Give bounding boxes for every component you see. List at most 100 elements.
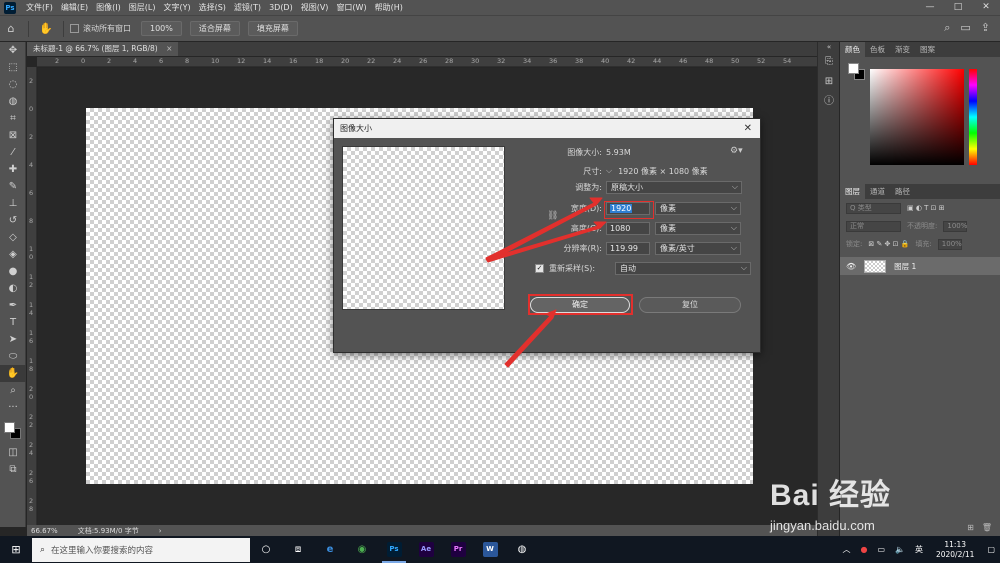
history-icon[interactable]: ⎘ [818, 52, 840, 72]
fill-input[interactable]: 100% [937, 238, 962, 250]
menu-edit[interactable]: 编辑(E) [57, 2, 92, 13]
menu-layer[interactable]: 图层(L) [125, 2, 160, 13]
menu-help[interactable]: 帮助(H) [371, 2, 407, 13]
foreground-color-swatch[interactable] [4, 422, 15, 433]
dialog-close-icon[interactable]: ✕ [744, 119, 752, 138]
path-select-tool-icon[interactable]: ➤ [0, 331, 26, 348]
paint-bucket-tool-icon[interactable]: ◈ [0, 246, 26, 263]
resolution-input[interactable]: 119.99 [606, 241, 650, 255]
tab-patterns[interactable]: 图案 [915, 42, 940, 57]
task-view-icon[interactable]: ⧈ [282, 536, 314, 563]
visibility-eye-icon[interactable]: 👁 [846, 262, 856, 271]
stamp-tool-icon[interactable]: ⊥ [0, 195, 26, 212]
eyedropper-tool-icon[interactable]: ⁄ [0, 144, 26, 161]
hand-tool-icon[interactable]: ✋ [0, 365, 26, 382]
tab-color[interactable]: 颜色 [840, 42, 865, 57]
ruler-vertical[interactable]: 2 0 2 4 6 8 1 0 1 2 1 4 1 6 1 8 2 0 2 2 2 4 2 6 2 8 [27, 67, 37, 525]
feather-app-icon[interactable]: ◍ [506, 536, 538, 563]
menu-select[interactable]: 选择(S) [195, 2, 230, 13]
history-brush-tool-icon[interactable]: ↺ [0, 212, 26, 229]
menu-3d[interactable]: 3D(D) [265, 3, 297, 12]
browser-icon[interactable]: ◉ [346, 536, 378, 563]
shape-tool-icon[interactable]: ⬭ [0, 348, 26, 365]
filter-icons[interactable]: ▣ ◐ T ⊡ ⊞ [907, 204, 945, 212]
screen-mode-icon[interactable]: ⧉ [0, 461, 26, 478]
width-unit-select[interactable]: 像素 [655, 201, 741, 215]
pen-tool-icon[interactable]: ✒ [0, 297, 26, 314]
layer-name[interactable]: 图层 1 [894, 261, 916, 272]
ime-indicator[interactable]: 英 [915, 544, 923, 555]
fit-to-select[interactable]: 原稿大小 [606, 180, 742, 194]
crop-tool-icon[interactable]: ⌗ [0, 110, 26, 127]
resolution-unit-select[interactable]: 像素/英寸 [655, 241, 741, 255]
foreground-color-chip[interactable] [848, 63, 859, 74]
tab-channels[interactable]: 通道 [865, 184, 890, 199]
tab-gradients[interactable]: 渐变 [890, 42, 915, 57]
tray-chevron-icon[interactable]: ︿ [842, 544, 850, 555]
resample-select[interactable]: 自动 [615, 261, 751, 275]
network-icon[interactable]: ▭ [877, 545, 885, 554]
tab-paths[interactable]: 路径 [890, 184, 915, 199]
minimize-button[interactable]: — [916, 0, 944, 15]
blend-mode-select[interactable]: 正常 [846, 220, 901, 232]
menu-filter[interactable]: 滤镜(T) [230, 2, 265, 13]
tray-app-icon[interactable]: ● [860, 545, 867, 554]
healing-brush-tool-icon[interactable]: ✚ [0, 161, 26, 178]
menu-view[interactable]: 视图(V) [297, 2, 333, 13]
word-icon[interactable]: W [474, 536, 506, 563]
more-tools-icon[interactable]: ··· [0, 399, 26, 416]
eraser-tool-icon[interactable]: ◇ [0, 229, 26, 246]
hue-slider[interactable] [969, 69, 977, 165]
dialog-title-bar[interactable]: 图像大小 ✕ [334, 119, 760, 138]
zoom-tool-icon[interactable]: ⌕ [0, 382, 26, 399]
notification-icon[interactable]: ▢ [987, 545, 995, 554]
taskbar-photoshop[interactable]: Ps [378, 536, 410, 563]
zoom-100-button[interactable]: 100% [141, 21, 182, 36]
menu-window[interactable]: 窗口(W) [332, 2, 370, 13]
cortana-icon[interactable]: ○ [250, 536, 282, 563]
move-tool-icon[interactable]: ✥ [0, 42, 26, 59]
workspace-icon[interactable]: ▭ [960, 21, 970, 35]
status-menu-arrow[interactable]: › [159, 527, 162, 535]
collapse-arrows-icon[interactable]: « [818, 42, 840, 52]
hand-tool-icon[interactable]: ✋ [35, 22, 57, 35]
fill-screen-button[interactable]: 填充屏幕 [247, 21, 298, 36]
marquee-tool-icon[interactable]: ⬚ [0, 59, 26, 76]
height-unit-select[interactable]: 像素 [655, 221, 741, 235]
edge-icon[interactable]: e [314, 536, 346, 563]
info-icon[interactable]: ⓘ [818, 92, 840, 112]
height-input[interactable]: 1080 [606, 221, 650, 235]
share-icon[interactable]: ⇪ [981, 21, 990, 35]
quick-mask-icon[interactable]: ◫ [0, 444, 26, 461]
color-picker-field[interactable] [870, 69, 964, 165]
brush-tool-icon[interactable]: ✎ [0, 178, 26, 195]
layer-row[interactable]: 👁 图层 1 [840, 257, 1000, 275]
volume-icon[interactable]: 🔈 [895, 545, 905, 554]
lock-icons[interactable]: ⊠ ✎ ✥ ⊡ 🔒 [868, 240, 909, 248]
scroll-all-checkbox[interactable] [70, 24, 79, 33]
taskbar-after-effects[interactable]: Ae [410, 536, 442, 563]
lasso-tool-icon[interactable]: ◌ [0, 76, 26, 93]
resample-checkbox[interactable]: ✓ [535, 263, 544, 273]
tab-layers[interactable]: 图层 [840, 184, 865, 199]
type-tool-icon[interactable]: T [0, 314, 26, 331]
color-swatches[interactable] [0, 416, 26, 444]
close-window-button[interactable]: ✕ [972, 0, 1000, 15]
opacity-input[interactable]: 100% [943, 220, 967, 232]
zoom-readout[interactable]: 66.67% [31, 527, 58, 535]
blur-tool-icon[interactable]: ● [0, 263, 26, 280]
taskbar-search[interactable]: ⌕ 在这里输入你要搜索的内容 [32, 537, 250, 562]
document-tab[interactable]: 未标题-1 @ 66.7% (图层 1, RGB/8) × [27, 42, 179, 56]
image-preview[interactable] [342, 146, 505, 310]
frame-tool-icon[interactable]: ⊠ [0, 127, 26, 144]
tab-swatches[interactable]: 色板 [865, 42, 890, 57]
search-icon[interactable]: ⌕ [944, 21, 950, 35]
menu-type[interactable]: 文字(Y) [159, 2, 194, 13]
ruler-horizontal[interactable]: 2 0 2 4 6 8 10 12 14 16 18 20 22 24 26 28 30 32 34 36 38 40 42… [37, 57, 817, 67]
clock[interactable]: 11:13 2020/2/11 [936, 540, 974, 560]
reset-button[interactable]: 复位 [639, 297, 741, 313]
taskbar-premiere[interactable]: Pr [442, 536, 474, 563]
menu-image[interactable]: 图像(I) [92, 2, 125, 13]
dodge-tool-icon[interactable]: ◐ [0, 280, 26, 297]
dimensions-dropdown-icon[interactable]: ⌵ [606, 166, 612, 176]
